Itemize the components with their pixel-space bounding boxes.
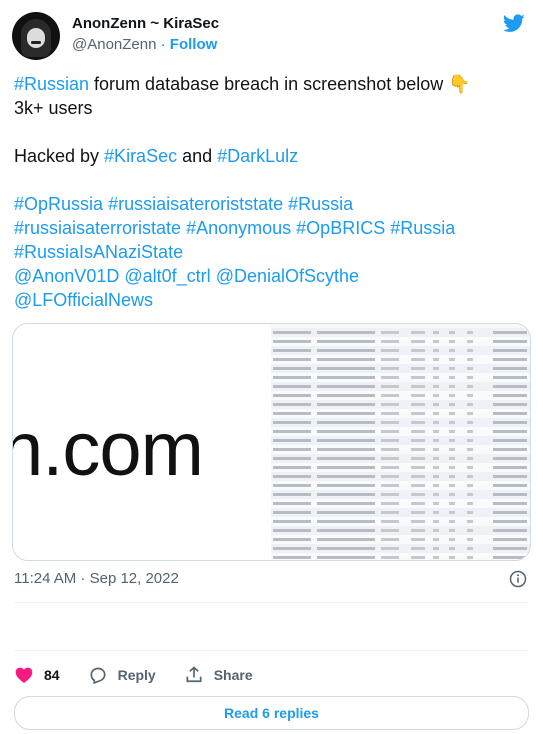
hashtag-link[interactable]: #russiaisaterroristate xyxy=(14,218,181,238)
table-row xyxy=(271,490,530,499)
media-image-left-text: n.com xyxy=(12,407,204,492)
hashtag-link[interactable]: @AnonV01D xyxy=(14,266,119,286)
hashtag-line: #OpRussia #russiaisateroriststate #Russi… xyxy=(14,192,529,216)
author-handle[interactable]: @AnonZenn xyxy=(72,36,156,53)
table-row xyxy=(271,337,530,346)
table-row xyxy=(271,391,530,400)
table-row xyxy=(271,517,530,526)
info-icon[interactable] xyxy=(509,570,527,588)
hashtag-line: #RussiaIsANaziState xyxy=(14,240,529,264)
table-row xyxy=(271,400,530,409)
table-row xyxy=(271,364,530,373)
hashtag-link[interactable]: @DenialOfScythe xyxy=(216,266,359,286)
author-handle-row: @AnonZenn · Follow xyxy=(72,35,219,55)
table-row xyxy=(271,445,530,454)
table-row xyxy=(271,463,530,472)
tweet-text: #Russian forum database breach in screen… xyxy=(14,72,529,312)
hashtag-link[interactable]: #Russian xyxy=(14,74,89,94)
tweet-text-segment: forum database breach in screenshot belo… xyxy=(89,74,471,94)
hashtag-line: #russiaisaterroristate #Anonymous #OpBRI… xyxy=(14,216,529,240)
hashtag-link[interactable]: #OpRussia xyxy=(14,194,103,214)
table-row xyxy=(271,499,530,508)
heart-icon xyxy=(15,667,33,683)
hashtag-link[interactable]: @LFOfficialNews xyxy=(14,290,153,310)
reply-button[interactable]: Reply xyxy=(88,665,156,685)
table-row xyxy=(271,373,530,382)
share-icon xyxy=(186,666,202,683)
table-row xyxy=(271,427,530,436)
share-label: Share xyxy=(213,667,253,683)
table-row xyxy=(271,328,530,337)
table-row xyxy=(271,553,530,560)
read-replies-button[interactable]: Read 6 replies xyxy=(14,696,529,730)
hashtags-block: #OpRussia #russiaisateroriststate #Russi… xyxy=(14,192,529,312)
tweet-text-segment: Hacked by xyxy=(14,146,105,166)
hashtag-link[interactable]: #russiaisateroriststate xyxy=(108,194,283,214)
table-row xyxy=(271,409,530,418)
follow-button[interactable]: Follow xyxy=(170,36,218,53)
tweet-line-2: 3k+ users xyxy=(14,98,93,118)
table-row xyxy=(271,382,530,391)
hashtag-link[interactable]: #RussiaIsANaziState xyxy=(14,242,183,262)
author-display-name[interactable]: AnonZenn ~ KiraSec xyxy=(72,14,219,34)
hashtag-link[interactable]: #Russia xyxy=(390,218,455,238)
hashtag-link[interactable]: #Russia xyxy=(288,194,353,214)
author-block: AnonZenn ~ KiraSec @AnonZenn · Follow xyxy=(72,14,219,55)
like-button[interactable]: 84 xyxy=(14,665,60,685)
tweet-line-3: Hacked by #KiraSec and #DarkLulz xyxy=(14,144,529,168)
table-row xyxy=(271,454,530,463)
table-row xyxy=(271,481,530,490)
table-row xyxy=(271,508,530,517)
reply-label: Reply xyxy=(117,667,156,683)
action-bar: 84 Reply Share xyxy=(14,664,281,686)
table-row xyxy=(271,346,530,355)
table-row xyxy=(271,526,530,535)
divider xyxy=(14,650,529,651)
like-count: 84 xyxy=(44,667,60,683)
tweet-timestamp[interactable]: 11:24 AM · Sep 12, 2022 xyxy=(14,569,179,589)
hashtag-link[interactable]: @alt0f_ctrl xyxy=(124,266,210,286)
table-row xyxy=(271,472,530,481)
separator-dot: · xyxy=(160,36,166,53)
table-row xyxy=(271,436,530,445)
hashtag-line: @AnonV01D @alt0f_ctrl @DenialOfScythe xyxy=(14,264,529,288)
divider xyxy=(14,602,529,603)
hashtag-link[interactable]: #OpBRICS xyxy=(296,218,385,238)
hashtag-link[interactable]: #DarkLulz xyxy=(217,146,298,166)
tweet-line-1: #Russian forum database breach in screen… xyxy=(14,72,529,96)
table-row xyxy=(271,535,530,544)
hashtag-link[interactable]: #KiraSec xyxy=(104,146,177,166)
tweet-text-segment: and xyxy=(177,146,218,166)
hashtag-link[interactable]: #Anonymous xyxy=(186,218,291,238)
media-image-left[interactable]: n.com xyxy=(13,324,271,560)
hashtag-line: @LFOfficialNews xyxy=(14,288,529,312)
table-row xyxy=(271,418,530,427)
avatar[interactable] xyxy=(12,12,60,60)
reply-icon xyxy=(90,667,106,685)
share-button[interactable]: Share xyxy=(184,665,253,685)
twitter-bird-icon[interactable] xyxy=(501,12,527,34)
tweet-card: AnonZenn ~ KiraSec @AnonZenn · Follow #R… xyxy=(0,0,543,734)
table-row xyxy=(271,544,530,553)
media-image-right[interactable] xyxy=(271,324,530,560)
table-row xyxy=(271,355,530,364)
media-grid[interactable]: n.com xyxy=(12,323,531,561)
